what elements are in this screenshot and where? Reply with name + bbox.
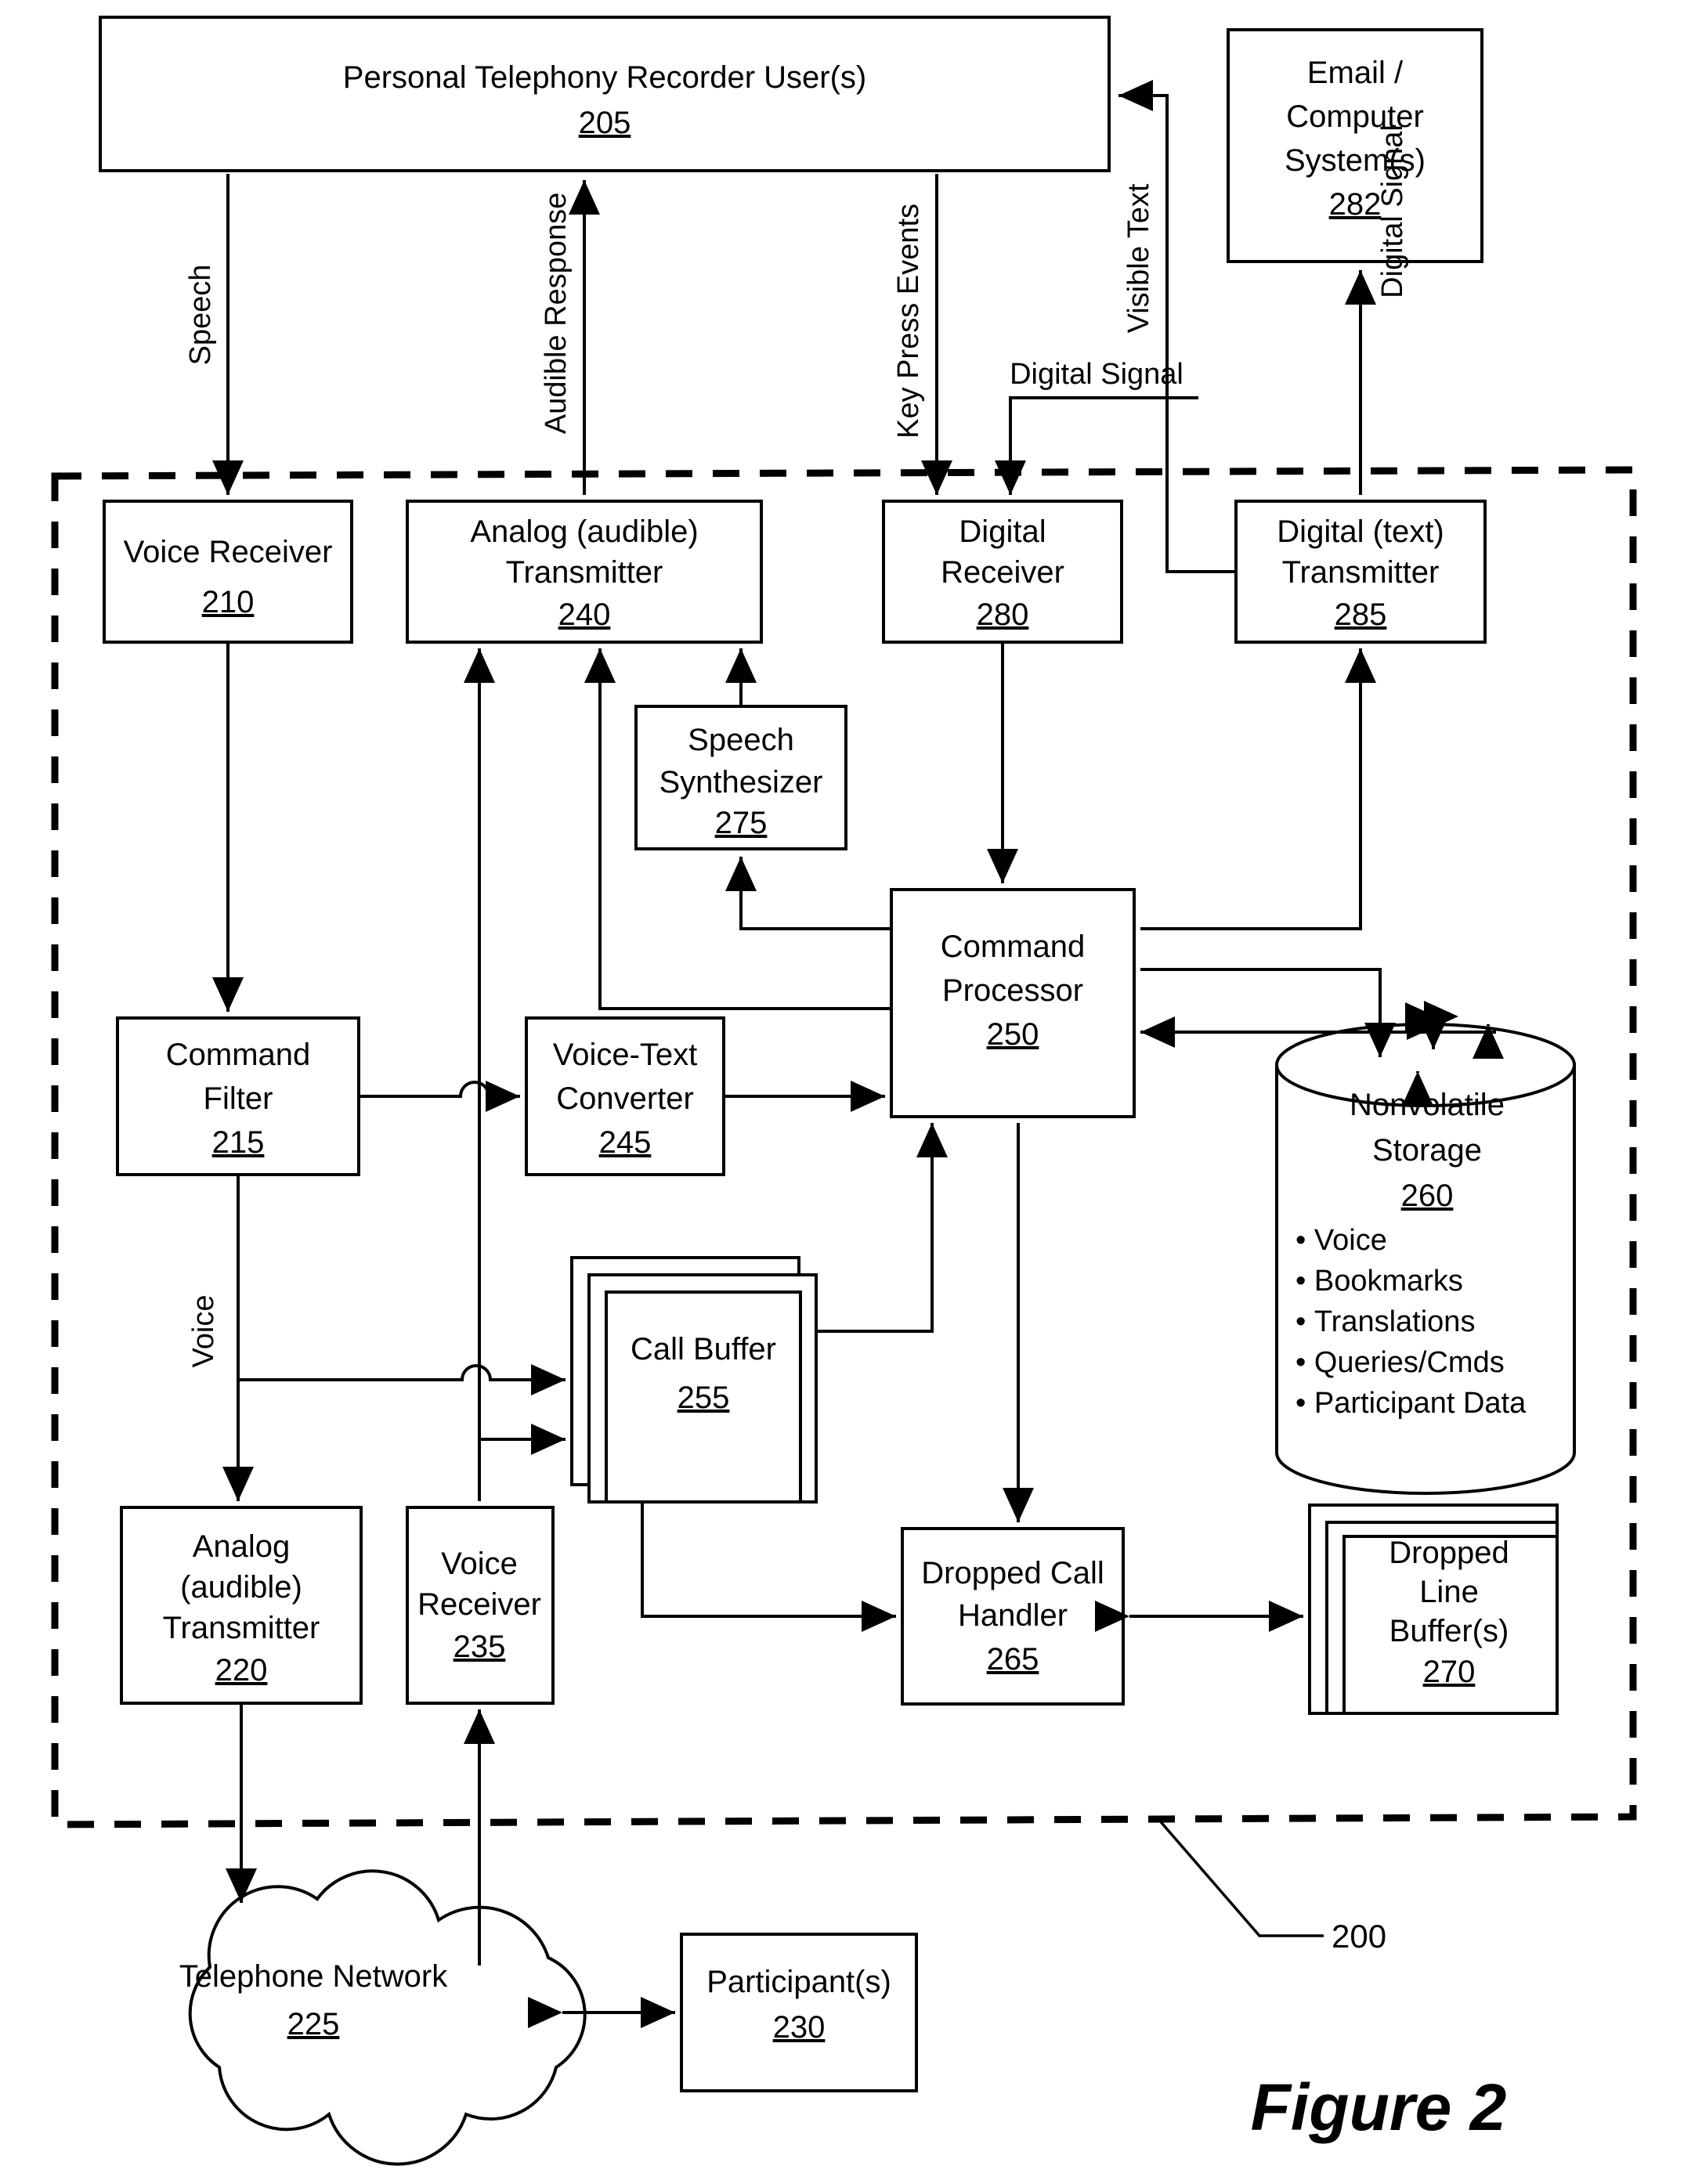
node-282-ref: 282 <box>1329 187 1382 222</box>
node-270-label-line-1: Line <box>1419 1575 1479 1609</box>
node-235-label-line-1: Receiver <box>417 1587 541 1622</box>
node-205-label-line-0: Personal Telephony Recorder User(s) <box>343 60 866 95</box>
node-call-buffer-255: Call Buffer 255 <box>570 1256 818 1504</box>
node-250-ref: 250 <box>987 1017 1039 1052</box>
node-215-ref: 215 <box>212 1125 265 1160</box>
node-282-label-line-0: Email / <box>1307 56 1404 90</box>
edge-label-key-press-events: Key Press Events <box>892 204 925 439</box>
node-220-ref: 220 <box>215 1653 268 1688</box>
node-225-label-line-0: Telephone Network <box>179 1959 448 1994</box>
node-nonvolatile-storage-260: Nonvolatile Storage 260 • Voice • Bookma… <box>1275 1023 1576 1495</box>
edge-label-digital-signal-right: Digital Signal <box>1376 125 1409 298</box>
node-240-label-line-1: Transmitter <box>506 555 663 590</box>
node-analog-audible-transmitter-240: Analog (audible) Transmitter 240 <box>406 500 763 644</box>
node-285-label-line-1: Transmitter <box>1282 555 1440 590</box>
node-command-processor-250: Command Processor 250 <box>890 888 1136 1118</box>
node-210-ref: 210 <box>202 585 255 619</box>
edge-key-press-events: Key Press Events <box>892 174 952 495</box>
node-command-filter-215: Command Filter 215 <box>116 1016 360 1176</box>
node-260-bullet-2: • Translations <box>1295 1305 1475 1338</box>
node-265-label-line-0: Dropped Call <box>921 1556 1104 1590</box>
node-voice-receiver-210: Voice Receiver 210 <box>103 500 353 644</box>
node-260-label-line-1: Storage <box>1372 1133 1482 1168</box>
edge-speech: Speech <box>184 174 244 495</box>
node-250-label-line-1: Processor <box>942 973 1083 1008</box>
node-265-label-line-1: Handler <box>958 1598 1068 1633</box>
node-telephone-network-225: Telephone Network 225 <box>179 1869 587 2166</box>
node-260-ref: 260 <box>1401 1179 1454 1213</box>
edge-255-to-250 <box>816 1123 948 1333</box>
node-email-computer-system: Email / Computer System(s) 282 <box>1227 28 1483 263</box>
system-ref-leader: 200 <box>1156 1817 1386 1955</box>
node-dropped-line-buffer-270: Dropped Line Buffer(s) 270 <box>1308 1504 1559 1715</box>
node-235-label-line-0: Voice <box>441 1547 518 1581</box>
node-260-bullet-1: • Bookmarks <box>1295 1265 1463 1298</box>
node-225-ref: 225 <box>287 2007 340 2041</box>
node-voice-receiver-235: Voice Receiver 235 <box>406 1506 555 1705</box>
node-260-bullet-0: • Voice <box>1295 1224 1387 1257</box>
edge-visible-text: Visible Text <box>1118 80 1236 573</box>
node-240-label-line-0: Analog (audible) <box>470 514 698 549</box>
node-speech-synthesizer-275: Speech Synthesizer 275 <box>634 705 847 850</box>
node-280-ref: 280 <box>977 597 1029 632</box>
node-245-label-line-0: Voice-Text <box>553 1038 698 1072</box>
node-215-label-line-1: Filter <box>204 1081 273 1116</box>
node-digital-receiver-280: Digital Receiver 280 <box>882 500 1123 644</box>
node-285-label-line-0: Digital (text) <box>1277 514 1444 549</box>
node-240-ref: 240 <box>558 597 611 632</box>
node-voice-text-converter-245: Voice-Text Converter 245 <box>525 1016 725 1176</box>
node-255-label-line-0: Call Buffer <box>631 1332 776 1366</box>
node-275-label-line-0: Speech <box>688 723 794 757</box>
node-270-label-line-2: Buffer(s) <box>1389 1614 1509 1648</box>
edge-215-to-245 <box>360 1081 520 1112</box>
edge-voice-to-call-buffer <box>238 1364 566 1395</box>
node-dropped-call-handler-265: Dropped Call Handler 265 <box>901 1527 1125 1706</box>
node-205-ref: 205 <box>579 106 631 140</box>
node-260-bullet-3: • Queries/Cmds <box>1295 1346 1505 1379</box>
node-280-label-line-0: Digital <box>959 514 1046 549</box>
node-245-ref: 245 <box>599 1125 652 1160</box>
edge-label-voice: Voice <box>187 1295 220 1368</box>
node-270-ref: 270 <box>1423 1655 1476 1689</box>
system-ref-200: 200 <box>1332 1918 1386 1955</box>
node-260-bullet-4: • Participant Data <box>1295 1387 1527 1420</box>
patent-figure-2: Personal Telephony Recorder User(s) 205 … <box>0 0 1702 2184</box>
edge-label-speech: Speech <box>184 265 217 366</box>
node-215-label-line-0: Command <box>166 1038 311 1072</box>
node-analog-audible-transmitter-220: Analog (audible) Transmitter 220 <box>120 1506 363 1705</box>
node-personal-telephony-recorder-user: Personal Telephony Recorder User(s) 205 <box>99 16 1111 172</box>
edge-215-voice-down: Voice <box>187 1176 254 1501</box>
edge-250-to-275 <box>725 857 891 930</box>
edge-label-audible-response: Audible Response <box>540 193 573 434</box>
node-270-label-line-0: Dropped <box>1389 1536 1509 1570</box>
edge-audible-response: Audible Response <box>540 180 600 495</box>
figure-caption: Figure 2 <box>1251 2070 1507 2144</box>
node-250-label-line-0: Command <box>941 930 1086 964</box>
node-255-ref: 255 <box>678 1381 730 1415</box>
node-220-label-line-1: (audible) <box>180 1570 302 1605</box>
node-230-ref: 230 <box>773 2010 826 2045</box>
edge-250-to-285 <box>1140 648 1376 930</box>
node-265-ref: 265 <box>987 1642 1039 1677</box>
node-280-label-line-1: Receiver <box>941 555 1064 590</box>
edge-235-to-call-buffer <box>478 1424 566 1501</box>
node-260-label-line-0: Nonvolatile <box>1350 1088 1505 1122</box>
node-210-label-line-0: Voice Receiver <box>124 535 333 569</box>
node-245-label-line-1: Converter <box>556 1081 694 1116</box>
node-digital-text-transmitter-285: Digital (text) Transmitter 285 <box>1234 500 1487 644</box>
node-230-label-line-0: Participant(s) <box>706 1965 891 1999</box>
edge-label-digital-signal-left: Digital Signal <box>1010 358 1183 391</box>
node-220-label-line-2: Transmitter <box>163 1611 320 1645</box>
edge-255-to-265 <box>641 1504 896 1632</box>
node-participants-230: Participant(s) 230 <box>680 1933 918 2092</box>
node-285-ref: 285 <box>1335 597 1387 632</box>
edge-label-visible-text: Visible Text <box>1122 183 1155 333</box>
node-235-ref: 235 <box>454 1630 506 1664</box>
node-220-label-line-0: Analog <box>193 1529 291 1564</box>
node-275-ref: 275 <box>715 806 768 840</box>
node-275-label-line-1: Synthesizer <box>659 765 823 800</box>
